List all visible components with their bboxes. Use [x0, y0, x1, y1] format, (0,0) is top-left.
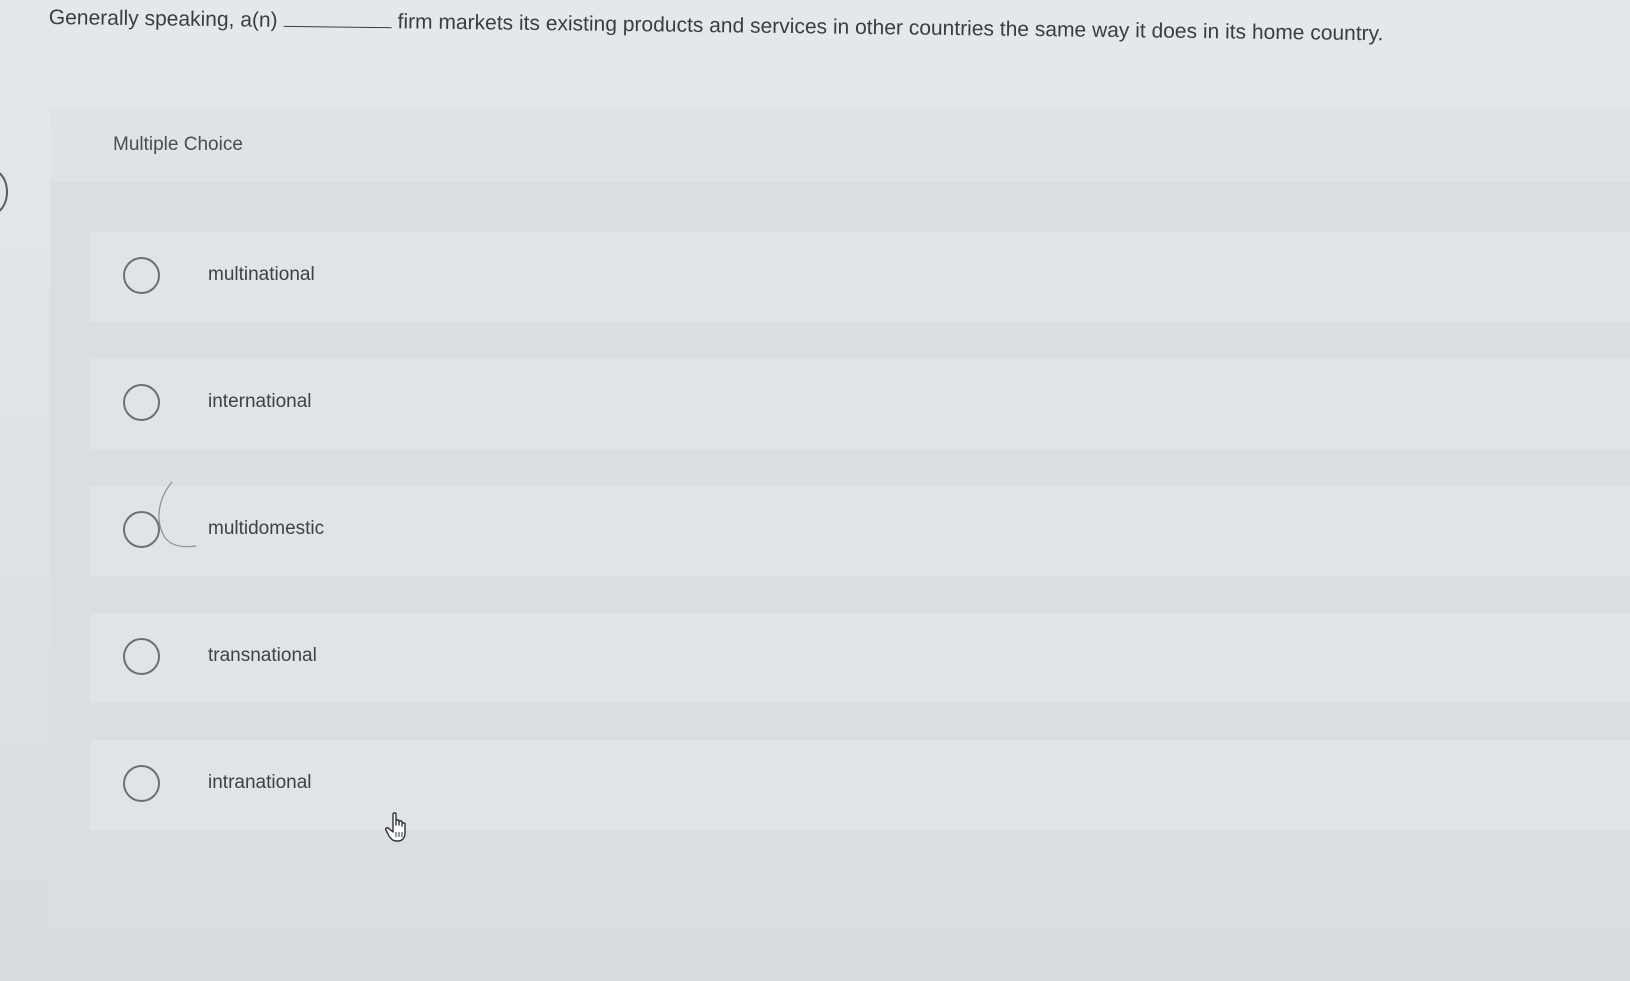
panel-header: Multiple Choice [50, 108, 1630, 182]
option-label: international [208, 391, 312, 412]
option-label: multidomestic [208, 518, 325, 539]
option-intranational[interactable]: intranational [90, 740, 1630, 830]
option-multidomestic[interactable]: multidomestic [90, 486, 1630, 576]
panel-title: Multiple Choice [113, 134, 243, 155]
pen-scribble-mark [158, 481, 197, 548]
option-label: multinational [208, 264, 315, 285]
edge-bracket-mark [0, 172, 8, 212]
question-text: Generally speaking, a(n) firm markets its… [49, 6, 1609, 49]
option-label: transnational [208, 645, 317, 666]
option-transnational[interactable]: transnational [90, 613, 1630, 703]
question-text-after-blank: firm markets its existing products and s… [397, 10, 1384, 46]
radio-circle-icon[interactable] [123, 257, 160, 294]
radio-circle-icon[interactable] [123, 638, 160, 675]
option-multinational[interactable]: multinational [90, 232, 1630, 322]
question-text-before-blank: Generally speaking, a(n) [48, 6, 278, 32]
multiple-choice-panel: Multiple Choice multinational internatio… [50, 108, 1630, 928]
radio-circle-icon[interactable] [123, 765, 160, 802]
option-international[interactable]: international [90, 359, 1630, 449]
question-blank [283, 9, 392, 29]
hand-pointer-icon [385, 812, 406, 842]
option-label: intranational [208, 772, 312, 793]
radio-circle-icon[interactable] [123, 384, 160, 421]
